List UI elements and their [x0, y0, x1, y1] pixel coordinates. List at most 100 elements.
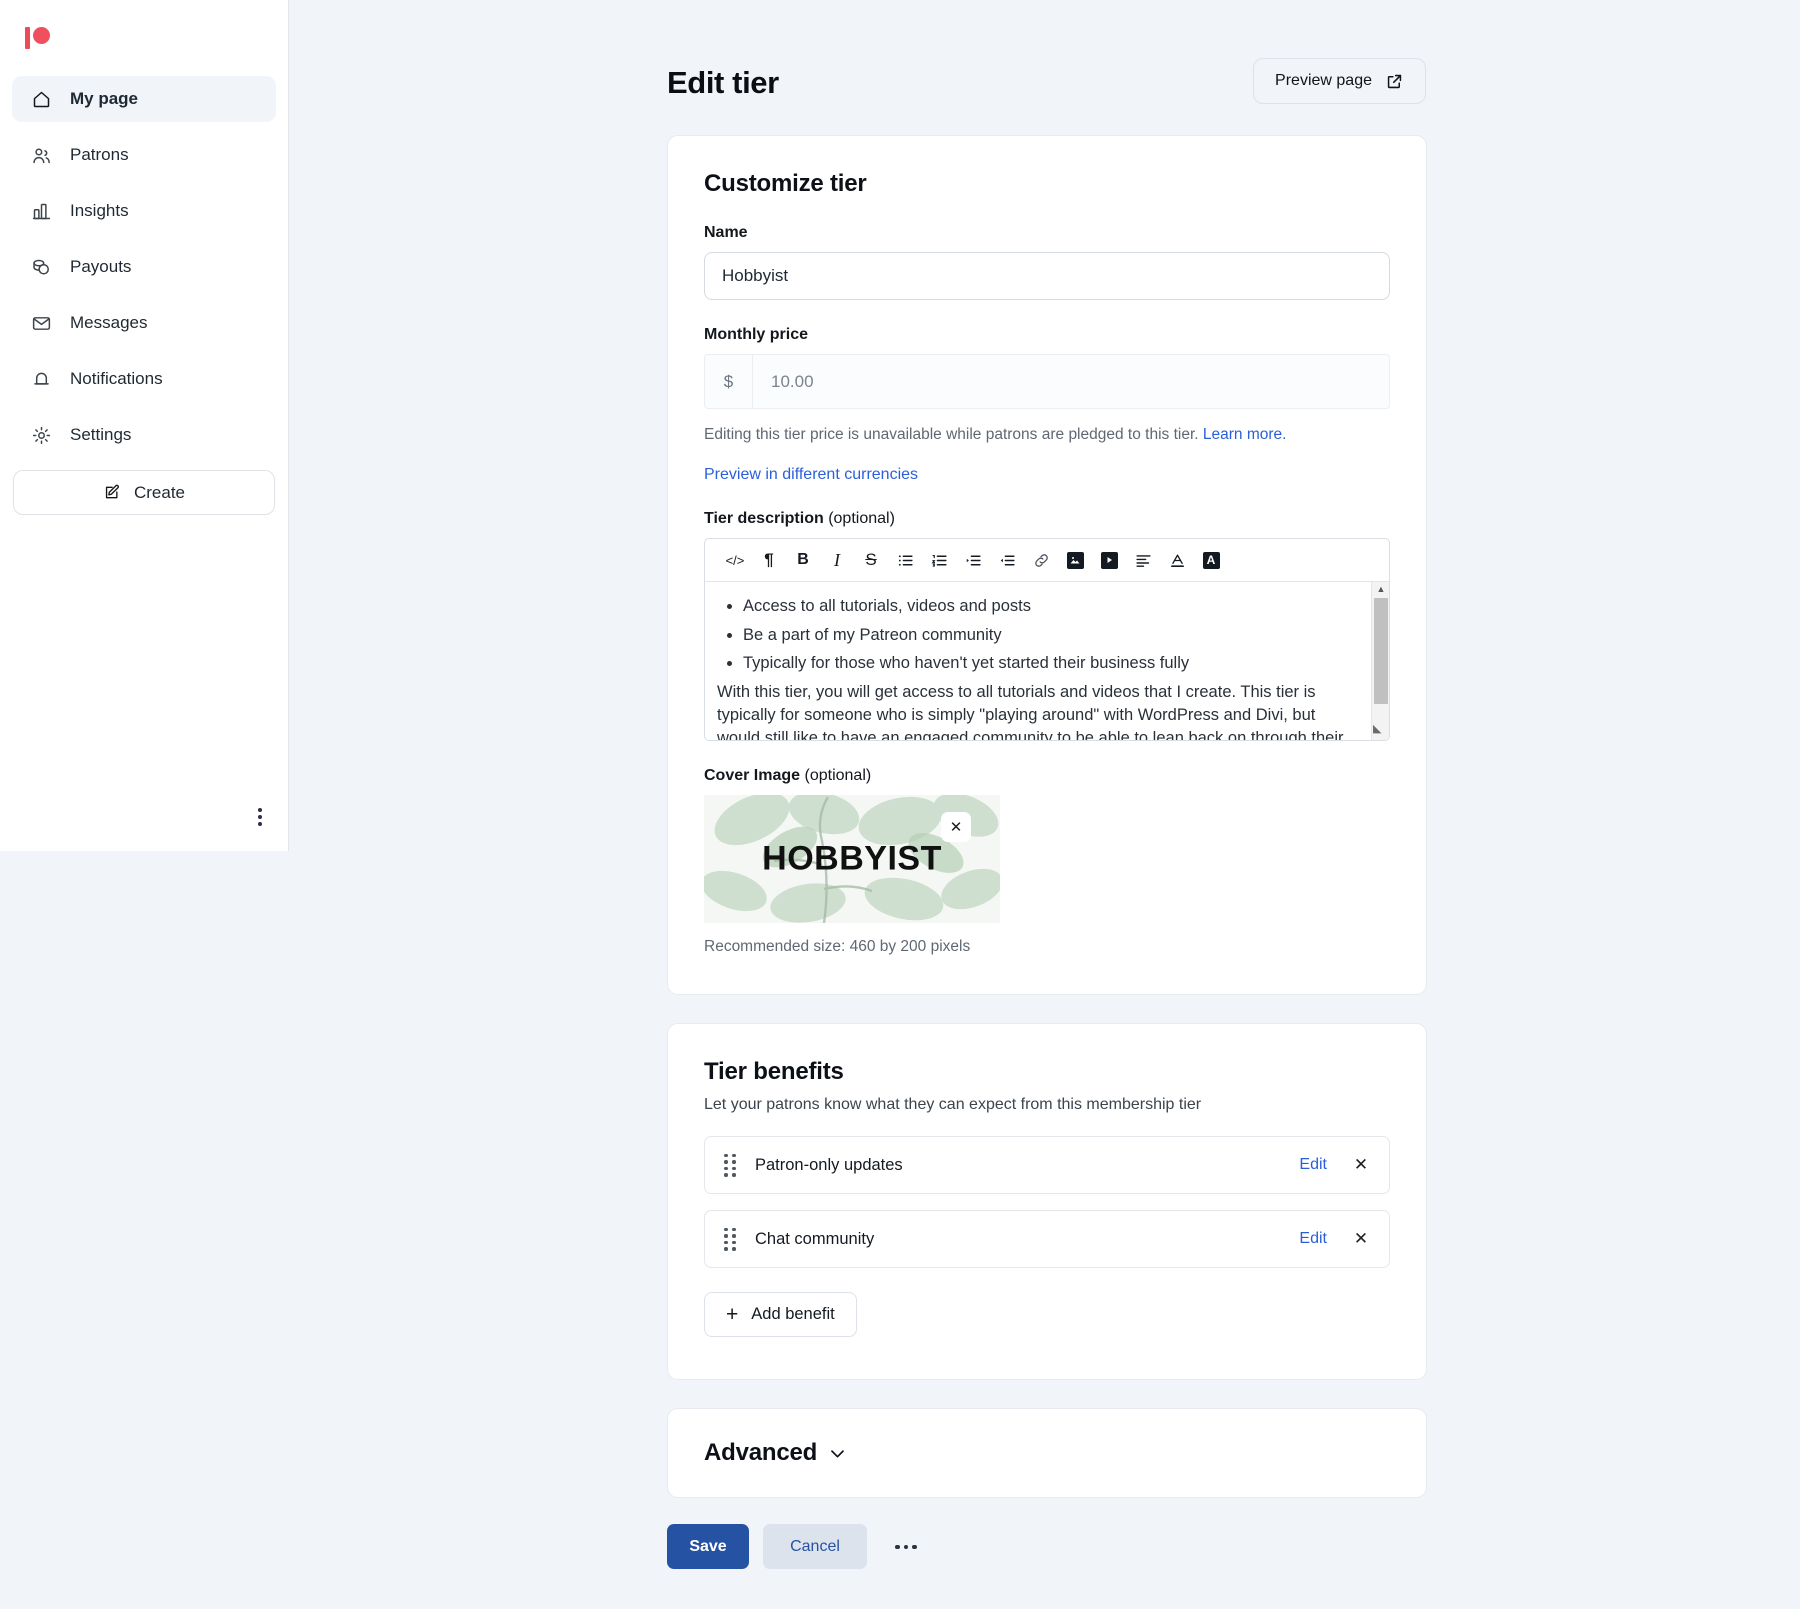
bold-icon[interactable]: B: [786, 543, 820, 577]
customize-tier-title: Customize tier: [704, 170, 867, 197]
patreon-logo-bar: [25, 27, 30, 49]
scroll-up-arrow[interactable]: ▲: [1372, 582, 1389, 597]
cover-image-optional: (optional): [804, 767, 872, 785]
bullet-list-icon[interactable]: [888, 543, 922, 577]
benefit-edit-button[interactable]: Edit: [1299, 1156, 1327, 1174]
align-left-icon[interactable]: [1126, 543, 1160, 577]
sidebar-item-label: Patrons: [70, 145, 129, 164]
italic-icon[interactable]: I: [820, 543, 854, 577]
tier-benefits-title: Tier benefits: [704, 1058, 844, 1086]
gear-icon: [30, 424, 52, 446]
sidebar-item-notifications[interactable]: Notifications: [12, 356, 276, 402]
benefit-name: Patron-only updates: [755, 1155, 903, 1174]
tier-description-editor[interactable]: </> ¶ B I S A • Access to all tutorials,…: [704, 538, 1390, 742]
editor-scrollbar[interactable]: ▲: [1371, 582, 1389, 741]
create-button-label: Create: [133, 482, 186, 502]
more-vertical-icon[interactable]: [247, 804, 273, 830]
tier-description-content[interactable]: Access to all tutorials, videos and post…: [705, 582, 1389, 741]
external-link-icon: [1387, 74, 1402, 88]
content-column: Edit tier Preview page Customize tier Na…: [667, 0, 1427, 1609]
strikethrough-icon[interactable]: S: [854, 543, 888, 577]
plus-icon: +: [726, 1303, 739, 1327]
page-header: Edit tier Preview page: [667, 58, 1427, 104]
home-icon: [30, 88, 52, 110]
code-block-icon[interactable]: </>: [718, 543, 752, 577]
tier-description-label: Tier description (optional): [704, 510, 1390, 528]
preview-currencies-link[interactable]: Preview in different currencies: [704, 466, 918, 483]
sidebar-item-my-page[interactable]: My page: [12, 76, 276, 122]
cover-image-label-text: Cover Image: [704, 767, 801, 785]
close-icon[interactable]: ✕: [1351, 1229, 1371, 1249]
cover-image-label: Cover Image (optional): [704, 767, 1390, 785]
sidebar-item-label: Payouts: [70, 257, 132, 276]
envelope-icon: [30, 312, 52, 334]
sidebar-item-label: Insights: [70, 201, 129, 220]
cover-image-preview[interactable]: HOBBYIST ✕: [704, 795, 1000, 924]
sidebar-item-label: My page: [70, 89, 139, 108]
learn-more-link[interactable]: Learn more.: [1203, 426, 1287, 443]
monthly-price-label: Monthly price: [704, 326, 809, 343]
cancel-button[interactable]: Cancel: [763, 1524, 867, 1570]
bell-icon: [30, 368, 52, 390]
sidebar: My page Patrons Insights Payouts Message…: [0, 0, 289, 851]
image-icon[interactable]: [1058, 543, 1092, 577]
preview-page-button[interactable]: Preview page: [1253, 58, 1426, 104]
tier-benefits-subtitle: Let your patrons know what they can expe…: [704, 1096, 1202, 1114]
sidebar-item-label: Messages: [70, 313, 148, 332]
save-button[interactable]: Save: [667, 1524, 749, 1570]
drag-handle-icon[interactable]: [724, 1227, 736, 1251]
indent-icon[interactable]: [956, 543, 990, 577]
create-button[interactable]: Create: [13, 470, 275, 515]
name-label: Name: [704, 224, 748, 241]
editor-resize-handle[interactable]: ◣: [1373, 724, 1388, 739]
more-horizontal-icon[interactable]: [889, 1530, 923, 1564]
sidebar-item-messages[interactable]: Messages: [12, 300, 276, 346]
close-icon[interactable]: ✕: [1351, 1155, 1371, 1175]
table-row[interactable]: Chat community Edit ✕: [704, 1210, 1390, 1269]
sidebar-item-settings[interactable]: Settings: [12, 412, 276, 458]
description-bullet: Be a part of my Patreon community: [743, 624, 1359, 647]
page-title: Edit tier: [667, 65, 779, 100]
monthly-price-field[interactable]: $ 10.00: [704, 354, 1390, 409]
main-content: Edit tier Preview page Customize tier Na…: [289, 0, 1800, 1591]
tier-name-input[interactable]: [704, 252, 1390, 300]
tier-benefits-card: Tier benefits Let your patrons know what…: [667, 1023, 1427, 1381]
sidebar-item-label: Settings: [70, 425, 132, 444]
sidebar-item-payouts[interactable]: Payouts: [12, 244, 276, 290]
add-benefit-button[interactable]: + Add benefit: [704, 1292, 857, 1338]
sidebar-item-patrons[interactable]: Patrons: [12, 132, 276, 178]
benefit-name: Chat community: [755, 1229, 875, 1248]
benefit-edit-button[interactable]: Edit: [1299, 1230, 1327, 1248]
add-benefit-label: Add benefit: [751, 1305, 835, 1324]
outdent-icon[interactable]: [990, 543, 1024, 577]
advanced-title: Advanced: [704, 1439, 818, 1467]
chevron-down-icon[interactable]: [828, 1444, 847, 1463]
price-helper-message: Editing this tier price is unavailable w…: [704, 426, 1199, 443]
highlight-color-icon[interactable]: A: [1194, 543, 1228, 577]
sidebar-item-insights[interactable]: Insights: [12, 188, 276, 234]
patreon-logo[interactable]: [25, 26, 55, 50]
cover-image-text: HOBBYIST: [762, 839, 942, 878]
close-icon[interactable]: ✕: [941, 812, 971, 843]
currency-symbol: $: [705, 355, 753, 408]
table-row[interactable]: Patron-only updates Edit ✕: [704, 1136, 1390, 1195]
price-value: 10.00: [771, 371, 814, 391]
people-icon: [30, 144, 52, 166]
drag-handle-icon[interactable]: [724, 1153, 736, 1177]
logo-container[interactable]: [0, 0, 288, 66]
advanced-section[interactable]: Advanced: [667, 1408, 1427, 1499]
description-paragraph: With this tier, you will get access to a…: [717, 682, 1344, 741]
paragraph-icon[interactable]: ¶: [752, 543, 786, 577]
scrollbar-thumb[interactable]: [1374, 598, 1388, 705]
video-icon[interactable]: [1092, 543, 1126, 577]
cover-recommended-size: Recommended size: 460 by 200 pixels: [704, 938, 971, 956]
description-bullet-list: Access to all tutorials, videos and post…: [743, 595, 1359, 675]
numbered-list-icon[interactable]: [922, 543, 956, 577]
form-actions: Save Cancel: [667, 1524, 1427, 1609]
price-helper-text: Editing this tier price is unavailable w…: [704, 423, 1390, 446]
link-icon[interactable]: [1024, 543, 1058, 577]
tier-description-optional: (optional): [828, 510, 895, 528]
text-color-icon[interactable]: [1160, 543, 1194, 577]
customize-tier-card: Customize tier Name Monthly price $ 10.0…: [667, 135, 1427, 996]
preview-page-label: Preview page: [1275, 72, 1372, 89]
